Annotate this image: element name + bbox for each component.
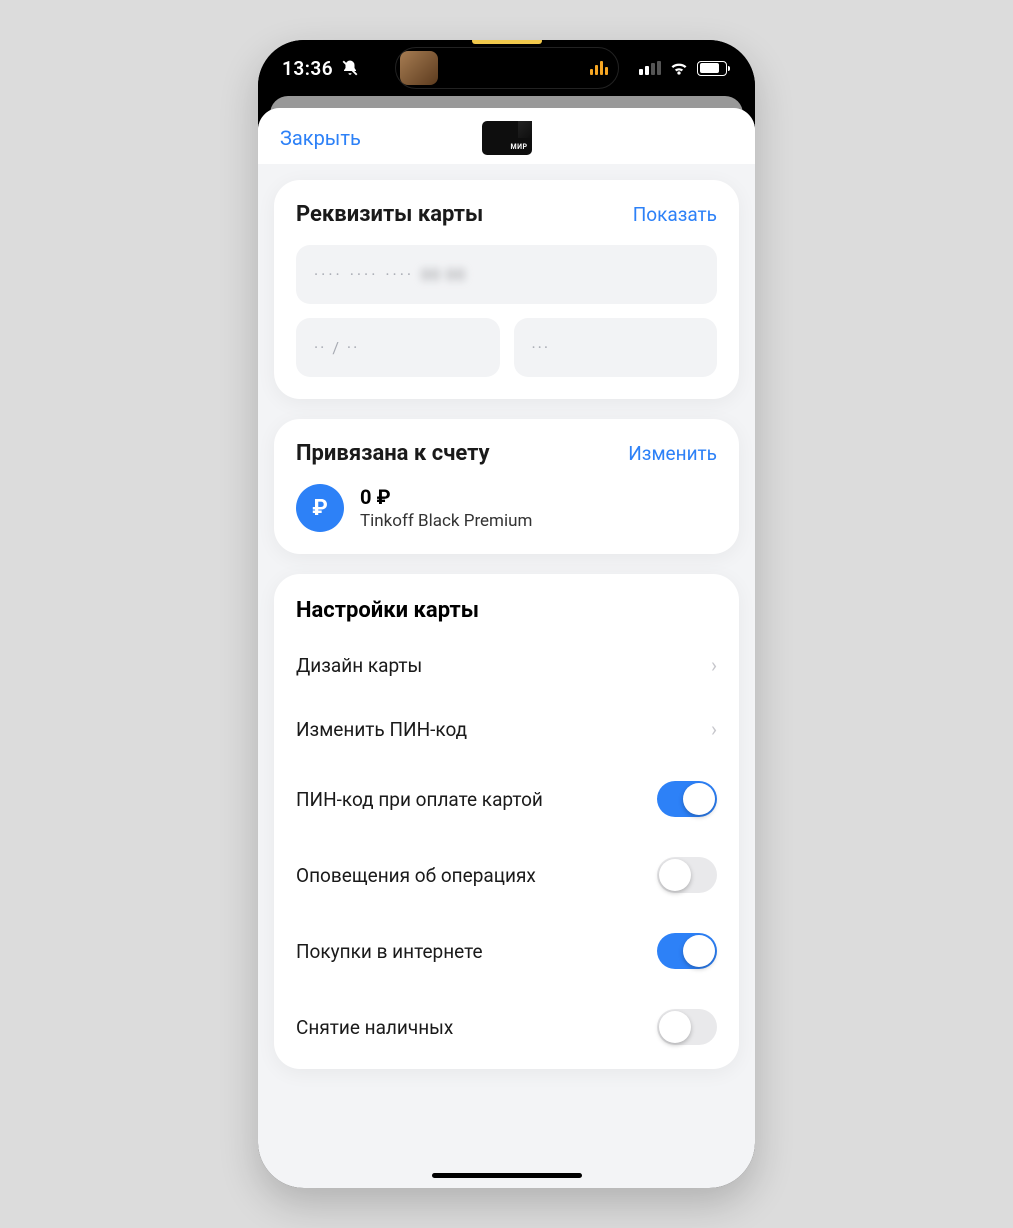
ruble-icon: ₽ [296,484,344,532]
toggle-switch[interactable] [657,781,717,817]
battery-icon [697,61,727,76]
linked-account-section: Привязана к счету Изменить ₽ 0 ₽ Tinkoff… [274,419,739,554]
settings-title: Настройки карты [296,598,717,623]
settings-row-label: Изменить ПИН-код [296,718,467,741]
toggle-switch[interactable] [657,1009,717,1045]
card-number-masked[interactable]: ···· ···· ···· 00 00 [296,245,717,304]
settings-row-1[interactable]: Изменить ПИН-код › [296,697,717,761]
home-indicator[interactable] [432,1173,582,1178]
dynamic-island[interactable] [395,47,619,89]
now-playing-art [400,51,438,85]
account-row[interactable]: ₽ 0 ₽ Tinkoff Black Premium [296,484,717,532]
settings-row-3[interactable]: Оповещения об операциях [296,837,717,913]
account-title: Привязана к счету [296,441,490,466]
toggle-knob [683,935,715,967]
toggle-switch[interactable] [657,857,717,893]
settings-row-4[interactable]: Покупки в интернете [296,913,717,989]
card-scheme-text: МИР [510,143,527,151]
settings-row-0[interactable]: Дизайн карты › [296,633,717,697]
card-details-section: Реквизиты карты Показать ···· ···· ···· … [274,180,739,399]
phone-frame: 13:36 Закрыть МИР [258,40,755,1188]
wifi-icon [669,60,689,76]
show-details-button[interactable]: Показать [633,203,717,226]
card-expiry-masked[interactable]: ·· / ·· [296,318,500,377]
chevron-right-icon: › [711,653,717,677]
status-bar: 13:36 [258,40,755,96]
close-button[interactable]: Закрыть [280,126,361,150]
settings-row-label: Покупки в интернете [296,940,483,963]
settings-row-5[interactable]: Снятие наличных [296,989,717,1065]
toggle-knob [659,1011,691,1043]
settings-row-label: Оповещения об операциях [296,864,536,887]
change-account-button[interactable]: Изменить [628,442,717,465]
card-number-dots: ···· ···· ···· [314,265,414,284]
account-name: Tinkoff Black Premium [360,511,532,531]
toggle-knob [659,859,691,891]
details-title: Реквизиты карты [296,202,483,227]
audio-visualizer-icon [590,61,608,75]
modal-sheet: Закрыть МИР Реквизиты карты Показать ···… [258,108,755,1188]
chevron-right-icon: › [711,717,717,741]
settings-row-label: ПИН-код при оплате картой [296,788,543,811]
notch-accent [472,40,542,44]
card-number-blurred: 00 00 [421,265,466,284]
card-settings-section: Настройки карты Дизайн карты›Изменить ПИ… [274,574,739,1069]
card-mini-image: МИР [482,121,532,155]
settings-row-label: Дизайн карты [296,654,422,677]
account-balance: 0 ₽ [360,485,532,509]
toggle-switch[interactable] [657,933,717,969]
status-time: 13:36 [282,57,333,80]
settings-row-label: Снятие наличных [296,1016,453,1039]
toggle-knob [683,783,715,815]
settings-row-2[interactable]: ПИН-код при оплате картой [296,761,717,837]
modal-header: Закрыть МИР [258,108,755,164]
cellular-signal-icon [639,61,661,75]
card-cvv-masked[interactable]: ··· [514,318,718,377]
silent-mode-icon [341,59,359,77]
